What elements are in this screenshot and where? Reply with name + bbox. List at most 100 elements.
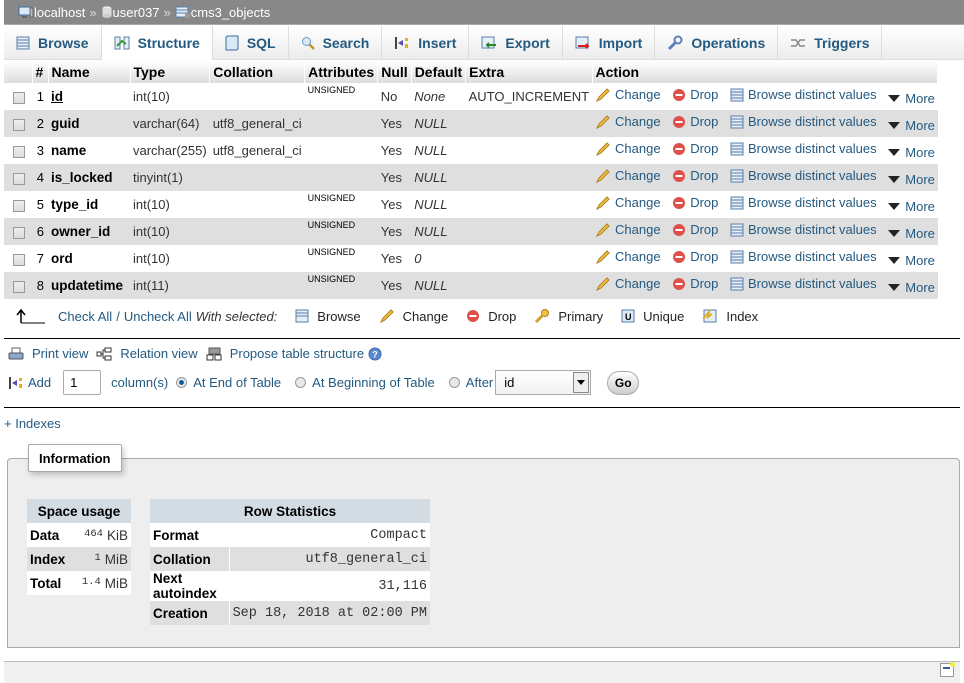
tab-export[interactable]: Export xyxy=(469,26,563,60)
row-checkbox[interactable] xyxy=(13,172,25,185)
tab-sql[interactable]: SQL xyxy=(213,26,289,60)
field-name: ord xyxy=(51,251,73,266)
column-count-input[interactable]: 1 xyxy=(63,370,102,395)
row-checkbox[interactable] xyxy=(13,91,25,104)
uncheck-all-link[interactable]: Uncheck All xyxy=(124,309,192,324)
drop-button[interactable]: Drop xyxy=(672,141,718,156)
console-toggle-icon[interactable] xyxy=(940,662,955,677)
change-button[interactable]: Change xyxy=(595,141,661,156)
help-icon[interactable]: ? xyxy=(368,347,382,361)
indexes-toggle-link[interactable]: + Indexes xyxy=(4,416,61,431)
more-label: More xyxy=(905,144,935,160)
relation-view-link[interactable]: Relation view xyxy=(96,346,198,361)
triggers-icon xyxy=(791,39,806,47)
change-button[interactable]: Change xyxy=(595,222,661,237)
bulk-browse-button[interactable]: Browse xyxy=(295,309,361,324)
more-label: More xyxy=(905,279,935,295)
after-radio[interactable] xyxy=(448,377,460,388)
browse-distinct-button[interactable]: Browse distinct values xyxy=(730,249,877,264)
change-button[interactable]: Change xyxy=(595,276,661,291)
bulk-unique-button[interactable]: U Unique xyxy=(621,309,684,324)
field-type: int(11) xyxy=(130,272,210,299)
print-view-link[interactable]: Print view xyxy=(8,346,88,361)
pencil-icon xyxy=(595,196,610,210)
tab-search[interactable]: Search xyxy=(289,26,383,60)
propose-structure-link[interactable]: Propose table structure ? xyxy=(206,346,390,361)
drop-button[interactable]: Drop xyxy=(672,276,718,291)
bulk-change-button[interactable]: Change xyxy=(379,309,448,324)
bulk-drop-button[interactable]: Drop xyxy=(466,309,516,324)
wrench-icon xyxy=(668,35,683,51)
table-row: 7 ord int(10) UNSIGNED Yes 0 Change Drop… xyxy=(4,245,938,272)
browse-distinct-button[interactable]: Browse distinct values xyxy=(730,276,877,291)
row-checkbox[interactable] xyxy=(13,226,25,239)
more-button[interactable]: More xyxy=(888,226,935,241)
field-collation xyxy=(209,164,305,191)
field-null: Yes xyxy=(377,110,412,137)
change-button[interactable]: Change xyxy=(595,195,661,210)
field-extra xyxy=(465,191,593,218)
change-button[interactable]: Change xyxy=(595,168,661,183)
browse-distinct-button[interactable]: Browse distinct values xyxy=(730,222,877,237)
drop-button[interactable]: Drop xyxy=(672,222,718,237)
more-button[interactable]: More xyxy=(888,91,935,106)
tab-insert[interactable]: Insert xyxy=(382,26,470,60)
check-all-link[interactable]: Check All xyxy=(58,309,112,324)
tab-operations[interactable]: Operations xyxy=(655,26,779,60)
bulk-index-button[interactable]: Index xyxy=(702,309,758,324)
row-checkbox[interactable] xyxy=(13,280,25,293)
more-button[interactable]: More xyxy=(888,253,935,268)
browse-icon xyxy=(730,115,744,129)
tab-triggers[interactable]: Triggers xyxy=(778,26,883,60)
col-type: Type xyxy=(130,61,211,83)
change-button[interactable]: Change xyxy=(595,249,661,264)
more-button[interactable]: More xyxy=(888,118,935,133)
drop-button[interactable]: Drop xyxy=(672,87,718,102)
row-num: 7 xyxy=(32,245,48,272)
field-collation xyxy=(209,83,305,110)
change-button[interactable]: Change xyxy=(595,87,661,102)
browse-distinct-button[interactable]: Browse distinct values xyxy=(730,87,877,102)
col-default: Default xyxy=(411,61,467,83)
drop-button[interactable]: Drop xyxy=(672,168,718,183)
breadcrumb-table[interactable]: cms3_objects xyxy=(175,5,270,20)
browse-distinct-button[interactable]: Browse distinct values xyxy=(730,168,877,183)
browse-distinct-button[interactable]: Browse distinct values xyxy=(730,195,877,210)
tab-structure[interactable]: Structure xyxy=(101,26,213,60)
browse-distinct-button[interactable]: Browse distinct values xyxy=(730,114,877,129)
drop-button[interactable]: Drop xyxy=(672,195,718,210)
browse-distinct-button[interactable]: Browse distinct values xyxy=(730,141,877,156)
tab-import[interactable]: Import xyxy=(563,26,656,60)
field-name: is_locked xyxy=(51,170,113,185)
go-button[interactable]: Go xyxy=(607,370,640,395)
drop-icon xyxy=(673,88,686,101)
breadcrumb-server[interactable]: localhost xyxy=(18,5,85,20)
drop-icon xyxy=(673,115,686,128)
field-extra xyxy=(465,218,593,245)
drop-button[interactable]: Drop xyxy=(672,249,718,264)
pencil-icon xyxy=(595,88,610,102)
more-button[interactable]: More xyxy=(888,199,935,214)
tab-browse[interactable]: Browse xyxy=(4,26,102,60)
breadcrumb-database[interactable]: user037 xyxy=(101,5,160,20)
table-icon xyxy=(175,6,190,18)
col-null: Null xyxy=(377,61,412,83)
at-beginning-radio[interactable] xyxy=(295,377,307,388)
row-checkbox[interactable] xyxy=(13,145,25,158)
drop-icon xyxy=(673,196,686,209)
drop-button[interactable]: Drop xyxy=(672,114,718,129)
field-type: tinyint(1) xyxy=(130,164,210,191)
after-field-select[interactable]: id xyxy=(495,370,592,395)
row-checkbox[interactable] xyxy=(13,253,25,266)
space-row: Data 464 KiB xyxy=(27,523,131,547)
row-checkbox[interactable] xyxy=(13,118,25,131)
at-end-radio[interactable] xyxy=(176,377,188,388)
caret-down-icon xyxy=(888,94,901,102)
change-button[interactable]: Change xyxy=(595,114,661,129)
row-checkbox[interactable] xyxy=(13,199,25,212)
change-label: Change xyxy=(615,276,661,292)
bulk-primary-button[interactable]: Primary xyxy=(534,309,603,324)
more-button[interactable]: More xyxy=(888,280,935,295)
more-button[interactable]: More xyxy=(888,172,935,187)
more-button[interactable]: More xyxy=(888,145,935,160)
